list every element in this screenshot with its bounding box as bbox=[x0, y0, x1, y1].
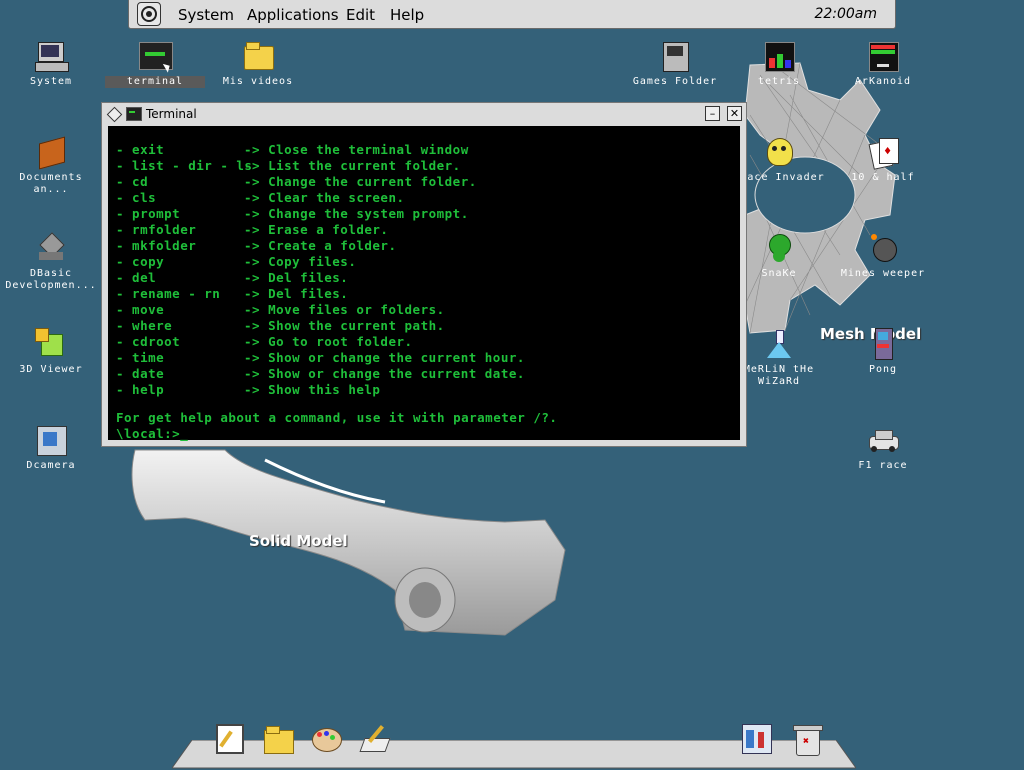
menu-applications[interactable]: Applications bbox=[247, 6, 339, 24]
solid-model-label: Solid Model bbox=[249, 532, 348, 550]
help-description: -> List the current folder. bbox=[244, 158, 461, 173]
flask-icon bbox=[763, 328, 795, 360]
race-car-icon bbox=[867, 424, 899, 456]
help-description: -> Show this help bbox=[244, 382, 381, 397]
terminal-footer-line: For get help about a command, use it wit… bbox=[116, 410, 558, 425]
help-command: - mkfolder bbox=[116, 238, 197, 253]
system-logo-icon[interactable] bbox=[137, 2, 161, 26]
desktop-icon-dbasic[interactable]: DBasic Developmen... bbox=[1, 232, 101, 292]
help-command: - exit bbox=[116, 142, 165, 157]
help-description: -> Show or change the current hour. bbox=[244, 350, 525, 365]
terminal-icon bbox=[139, 40, 173, 73]
help-command: - cd bbox=[116, 174, 149, 189]
help-command: - rename - rn bbox=[116, 286, 221, 301]
terminal-icon bbox=[126, 107, 142, 121]
help-command: - prompt bbox=[116, 206, 181, 221]
dock-paint-palette-icon[interactable] bbox=[310, 722, 344, 756]
help-description: -> Go to root folder. bbox=[244, 334, 413, 349]
cube-icon bbox=[35, 328, 67, 360]
help-command: - date bbox=[116, 366, 165, 381]
help-description: -> Change the system prompt. bbox=[244, 206, 469, 221]
solid-model-artwork bbox=[131, 449, 566, 636]
desktop-icon-dcamera[interactable]: Dcamera bbox=[1, 424, 101, 472]
desktop-icon-mines-weeper[interactable]: Mines weeper bbox=[833, 232, 933, 280]
dock-trash-icon[interactable]: ✖ bbox=[790, 722, 824, 756]
minimize-button[interactable]: – bbox=[705, 106, 720, 121]
help-description: -> Del files. bbox=[244, 286, 349, 301]
folder-icon bbox=[242, 40, 274, 72]
space-invader-icon bbox=[763, 136, 795, 168]
menu-edit[interactable]: Edit bbox=[346, 6, 375, 24]
help-description: -> Show the current path. bbox=[244, 318, 445, 333]
window-menu-icon[interactable] bbox=[106, 106, 123, 123]
desktop-icon-tetris[interactable]: tetris bbox=[729, 40, 829, 88]
terminal-window[interactable]: Terminal – ✕ - exit -> Close the terminal… bbox=[101, 102, 747, 447]
help-command: - del bbox=[116, 270, 157, 285]
help-command: - cdroot bbox=[116, 334, 181, 349]
top-menubar: System Applications Edit Help 22:00am bbox=[128, 0, 896, 29]
help-description: -> Close the terminal window bbox=[244, 142, 469, 157]
games-folder-icon bbox=[659, 40, 691, 72]
help-command: - help bbox=[116, 382, 165, 397]
help-command: - move bbox=[116, 302, 165, 317]
desktop-icon-system[interactable]: System bbox=[1, 40, 101, 88]
help-description: -> Copy files. bbox=[244, 254, 357, 269]
snake-icon bbox=[763, 232, 795, 264]
dock-text-editor-icon[interactable] bbox=[214, 722, 248, 756]
menu-help[interactable]: Help bbox=[390, 6, 424, 24]
help-description: -> Change the current folder. bbox=[244, 174, 477, 189]
clock: 22:00am bbox=[814, 6, 877, 22]
help-description: -> Clear the screen. bbox=[244, 190, 405, 205]
help-description: -> Del files. bbox=[244, 270, 349, 285]
help-description: -> Show or change the current date. bbox=[244, 366, 525, 381]
dock-settings-icon[interactable] bbox=[740, 722, 774, 756]
computer-icon bbox=[35, 40, 69, 72]
help-command: - rmfolder bbox=[116, 222, 197, 237]
arcade-cabinet-icon bbox=[867, 328, 899, 360]
desktop-icon-documents[interactable]: Documents an... bbox=[1, 136, 101, 196]
help-command: - time bbox=[116, 350, 165, 365]
desktop-icon-terminal[interactable]: terminal bbox=[105, 40, 205, 88]
help-description: -> Erase a folder. bbox=[244, 222, 389, 237]
tetris-icon bbox=[763, 40, 795, 72]
help-command: - list - dir - ls bbox=[116, 158, 253, 173]
help-command: - copy bbox=[116, 254, 165, 269]
dock-draw-tool-icon[interactable] bbox=[358, 722, 392, 756]
terminal-prompt[interactable]: \local:>_ bbox=[116, 426, 188, 442]
close-button[interactable]: ✕ bbox=[727, 106, 742, 121]
desktop-icon-games-folder[interactable]: Games Folder bbox=[625, 40, 725, 88]
desktop-icon-pong[interactable]: Pong bbox=[833, 328, 933, 376]
desktop-icon-arkanoid[interactable]: ArKanoid bbox=[833, 40, 933, 88]
help-description: -> Move files or folders. bbox=[244, 302, 445, 317]
help-command: - cls bbox=[116, 190, 157, 205]
window-title: Terminal bbox=[146, 107, 197, 121]
desktop-icon-mis-videos[interactable]: Mis videos bbox=[208, 40, 308, 88]
menu-system[interactable]: System bbox=[178, 6, 234, 24]
desktop-icon-3d-viewer[interactable]: 3D Viewer bbox=[1, 328, 101, 376]
dock-folder-icon[interactable] bbox=[262, 722, 296, 756]
desktop-icon-10-and-half[interactable]: ♦ 10 & half bbox=[833, 136, 933, 184]
documents-folder-icon bbox=[35, 136, 67, 170]
terminal-titlebar[interactable]: Terminal – ✕ bbox=[102, 103, 746, 125]
desktop-icon-f1-race[interactable]: F1 race bbox=[833, 424, 933, 472]
help-command: - where bbox=[116, 318, 173, 333]
dbasic-icon bbox=[35, 232, 67, 264]
terminal-screen[interactable]: - exit -> Close the terminal window - list… bbox=[108, 126, 740, 442]
camera-icon bbox=[35, 424, 67, 456]
help-description: -> Create a folder. bbox=[244, 238, 397, 253]
playing-cards-icon: ♦ bbox=[867, 136, 899, 170]
arkanoid-icon bbox=[867, 40, 899, 72]
bomb-icon bbox=[867, 232, 899, 264]
